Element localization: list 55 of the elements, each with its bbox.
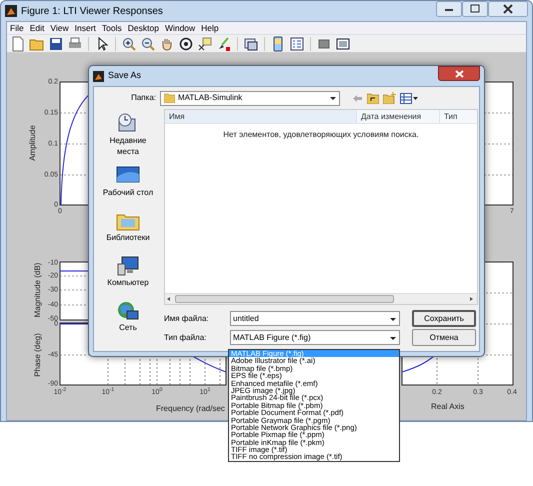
- dialog-button[interactable]: Отмена: [412, 329, 476, 346]
- computer-icon[interactable]: [116, 255, 140, 277]
- data-cursor-icon[interactable]: [197, 36, 213, 52]
- network-icon[interactable]: [116, 300, 140, 322]
- menu-item[interactable]: File: [10, 22, 24, 34]
- place-link[interactable]: Рабочий стол: [98, 187, 158, 198]
- x-axis-label: Real Axis: [431, 401, 464, 413]
- minimize-icon[interactable]: [436, 1, 462, 17]
- menu-item[interactable]: Window: [164, 22, 196, 34]
- folder-dropdown[interactable]: MATLAB-Simulink: [160, 90, 340, 106]
- empty-message: Нет элементов, удовлетворяющих условиям поиска.: [223, 129, 419, 141]
- scroll-left-icon: [165, 295, 173, 303]
- column-header[interactable]: Имя: [165, 110, 356, 123]
- place-link[interactable]: Недавние места: [98, 135, 158, 157]
- y-axis-label: Amplitude: [29, 125, 37, 161]
- dialog-title: Save As: [108, 69, 142, 82]
- x-axis-label: Frequency (rad/sec: [156, 403, 225, 415]
- menu-item[interactable]: View: [50, 22, 69, 34]
- save-icon[interactable]: [48, 36, 64, 52]
- folder-icon: [164, 93, 175, 103]
- place-link[interactable]: Библиотеки: [98, 232, 158, 243]
- zoom-in-icon[interactable]: [121, 36, 137, 52]
- maximize-icon[interactable]: [462, 1, 488, 17]
- place-link[interactable]: Сеть: [98, 322, 158, 333]
- close-icon[interactable]: [488, 1, 528, 17]
- new-folder-icon[interactable]: [383, 92, 396, 104]
- menu-item[interactable]: Desktop: [128, 22, 159, 34]
- menu-item[interactable]: Tools: [102, 22, 122, 34]
- legend-icon[interactable]: [289, 36, 305, 52]
- place-link[interactable]: Компьютер: [98, 277, 158, 288]
- view-menu-icon[interactable]: [400, 92, 418, 104]
- close-button[interactable]: [438, 66, 480, 81]
- close-icon: [454, 70, 464, 78]
- app-logo-icon: [5, 5, 17, 17]
- zoom-out-icon[interactable]: [140, 36, 156, 52]
- y-axis-label: Phase (deg): [34, 333, 42, 377]
- menu-item[interactable]: Edit: [30, 22, 44, 34]
- menu-item[interactable]: Help: [201, 22, 219, 34]
- column-header[interactable]: Дата изменения: [356, 110, 439, 123]
- window-title: Figure 1: LTI Viewer Responses: [21, 4, 163, 18]
- brush-icon[interactable]: [216, 36, 232, 52]
- file-type-label: Тип файла:: [164, 332, 208, 344]
- dialog-button[interactable]: Сохранить: [412, 310, 476, 327]
- scrollbar-thumb[interactable]: [175, 295, 394, 303]
- file-name-label: Имя файла:: [164, 312, 210, 324]
- scroll-right-icon: [467, 295, 475, 303]
- folder-label: Папка:: [130, 92, 157, 104]
- file-name-field[interactable]: untitled: [230, 311, 400, 326]
- app-logo-icon: [93, 70, 104, 82]
- menu-item[interactable]: Insert: [74, 22, 96, 34]
- column-header[interactable]: Тип: [439, 110, 477, 123]
- file-type-dropdown[interactable]: MATLAB Figure (*.fig): [230, 330, 400, 345]
- horizontal-scrollbar[interactable]: [165, 293, 477, 304]
- up-folder-icon[interactable]: [367, 92, 379, 104]
- y-axis-label: Magnitude (dB): [34, 262, 42, 318]
